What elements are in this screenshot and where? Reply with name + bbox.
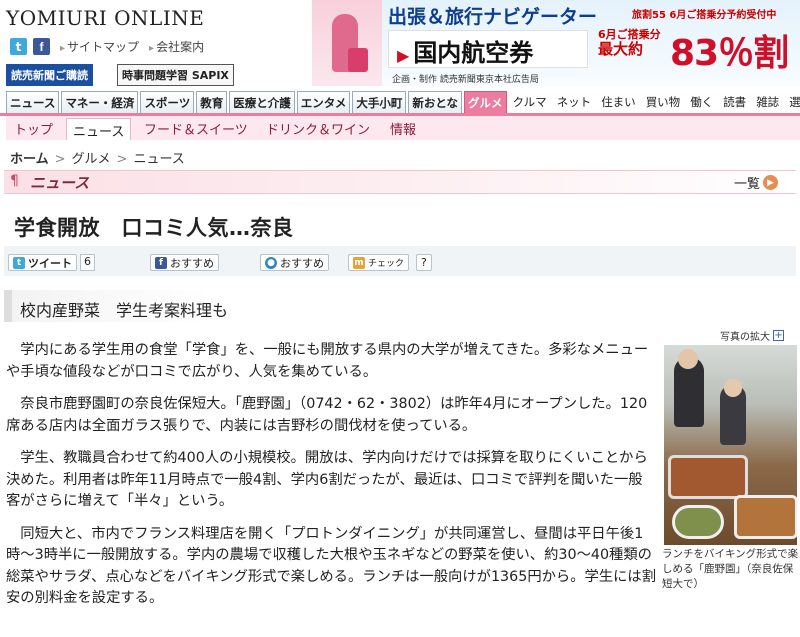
ad-main-text: 国内航空券 [397,33,533,68]
ad-sub: 旅割55 6月ご搭乗分予約受付中 [632,10,777,21]
ad-dates: 6月ご搭乗分 最大約 [598,28,661,58]
cat-otona[interactable]: 新おとな [408,91,463,113]
cat-gourmet[interactable]: グルメ [464,91,507,113]
ad-percent: 83％割引 [670,33,789,86]
ad-main-box: 国内航空券 [388,30,588,68]
check-icon: m [353,256,365,269]
cat-news[interactable]: ニュース [6,91,60,113]
crumb-home[interactable]: ホーム [10,152,49,167]
fork-icon: ¶ [10,173,19,189]
photo-caption: ランチをバイキング形式で楽しめる「鹿野園」（奈良佐保短大で） [662,548,799,590]
cat-entame[interactable]: エンタメ [296,91,351,113]
crumb-current: ニュース [133,152,185,167]
tweet-button[interactable]: t ツイート [8,254,77,271]
header-links: t f サイトマップ 会社案内 [10,38,204,55]
arrow-right-icon: ▶ [763,175,779,190]
article-subhead: 校内産野菜 学生考案料理も [4,290,344,322]
twitter-icon[interactable]: t [10,38,27,55]
sub-nav: トップ ニュース フード＆スイーツ ドリンク＆ワイン 情報 [6,116,800,140]
cat-education[interactable]: 教育 [196,91,228,113]
list-link[interactable]: 一覧 ▶ [734,173,779,192]
plus-icon: + [773,330,784,341]
photo-zoom-link[interactable]: 写真の拡大 + [720,328,784,343]
cat-medical[interactable]: 医療と介護 [229,91,295,113]
mixi-icon: ● [265,256,277,269]
subnav-info[interactable]: 情報 [390,119,416,138]
subnav-news[interactable]: ニュース [66,118,132,140]
paragraph: 学生、教職員合わせて約400人の小規模校。開放は、学内向けだけでは採算を取りにく… [6,450,648,509]
ad-title: 出張＆旅行ナビゲーター [388,6,598,28]
ad-traveler-image [312,0,382,86]
twitter-icon: t [13,256,25,269]
subscribe-button[interactable]: 読売新聞ご購読 [6,64,93,86]
cat-work[interactable]: 働く [686,91,717,113]
cat-net[interactable]: ネット [553,91,596,113]
site-logo[interactable]: YOMIURI ONLINE [6,6,204,30]
ad-dates-line2: 最大約 [598,40,644,58]
subnav-food[interactable]: フード＆スイーツ [144,119,248,138]
fb-label: おすすめ [170,256,214,270]
sapix-button[interactable]: 時事問題学習 SAPIX [117,64,234,86]
cat-money[interactable]: マネー・経済 [61,91,139,113]
paragraph: 同短大と、市内でフランス料理店を開く「プロトンダイニング」が共同運営し、昼間は平… [6,525,657,607]
article-photo[interactable] [664,345,797,545]
help-button[interactable]: ? [416,254,432,271]
tweet-label: ツイート [28,256,72,270]
crumb-gourmet[interactable]: グルメ [72,152,111,167]
check-button[interactable]: m チェック [348,254,410,271]
ad-banner[interactable]: 出張＆旅行ナビゲーター 旅割55 6月ご搭乗分予約受付中 国内航空券 6月ご搭乗… [312,0,800,86]
cat-election[interactable]: 選挙 [785,91,800,113]
check-label: チェック [368,259,405,269]
category-nav: ニュース マネー・経済 スポーツ 教育 医療と介護 エンタメ 大手小町 新おとな… [6,91,800,113]
facebook-icon[interactable]: f [33,38,50,55]
section-bar: ¶ ニュース [4,170,796,194]
social-bar: t ツイート 6 f おすすめ ● おすすめ m チェック ? [4,246,796,276]
facebook-icon: f [155,256,167,269]
section-title: ニュース [30,174,90,192]
paragraph: 奈良市鹿野園町の奈良佐保短大。「鹿野園」（0742・62・3802）は昨年4月に… [6,396,648,434]
cat-car[interactable]: クルマ [509,91,551,113]
subnav-top[interactable]: トップ [14,119,53,138]
cat-books[interactable]: 読書 [719,91,750,113]
cat-shopping[interactable]: 買い物 [642,91,685,113]
mixi-recommend-button[interactable]: ● おすすめ [260,254,329,271]
list-link-label: 一覧 [734,177,761,192]
article-body: 学内にある学生用の食堂「学食」を、一般にも開放する県内の大学が増えてきた。多彩な… [6,340,656,621]
sitemap-link[interactable]: サイトマップ [60,38,139,55]
cat-komachi[interactable]: 大手小町 [352,91,407,113]
cat-sports[interactable]: スポーツ [140,91,195,113]
paragraph: 学内にある学生用の食堂「学食」を、一般にも開放する県内の大学が増えてきた。多彩な… [6,342,649,380]
facebook-recommend-button[interactable]: f おすすめ [150,254,219,271]
article-headline: 学食開放 口コミ人気…奈良 [14,216,294,240]
tweet-count: 6 [80,254,95,271]
zoom-label: 写真の拡大 [720,332,770,343]
cat-home[interactable]: 住まい [597,91,640,113]
subnav-drink[interactable]: ドリンク＆ワイン [266,119,370,138]
mixi-label: おすすめ [280,256,324,270]
company-link[interactable]: 会社案内 [149,38,204,55]
breadcrumb: ホーム > グルメ > ニュース [10,152,185,167]
cat-magazine[interactable]: 雑誌 [752,91,783,113]
ad-footer: 企画・制作 読売新聞東京本社広告局 [392,75,539,85]
